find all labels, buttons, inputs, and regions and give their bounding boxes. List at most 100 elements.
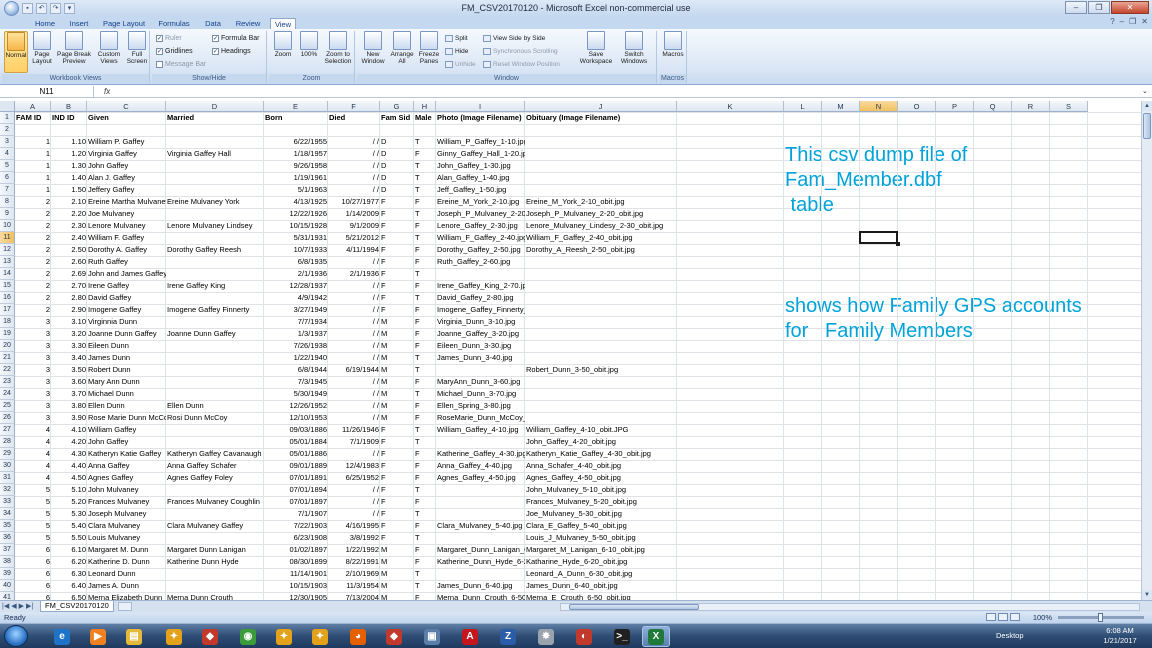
table-cell[interactable]: F bbox=[414, 448, 436, 460]
table-cell[interactable]: 3.40 bbox=[51, 352, 87, 364]
table-cell[interactable]: / / bbox=[328, 400, 380, 412]
row-header[interactable]: 7 bbox=[0, 184, 15, 196]
table-cell[interactable]: 4 bbox=[15, 436, 51, 448]
table-cell[interactable]: 5 bbox=[15, 496, 51, 508]
table-cell[interactable]: 10/27/1977 bbox=[328, 196, 380, 208]
table-cell[interactable]: 5.10 bbox=[51, 484, 87, 496]
ruler-checkbox[interactable]: ✓ Ruler bbox=[156, 35, 182, 42]
table-cell[interactable]: 2 bbox=[15, 292, 51, 304]
table-cell[interactable]: M bbox=[380, 340, 414, 352]
table-cell[interactable]: 3.20 bbox=[51, 328, 87, 340]
table-cell[interactable]: F bbox=[414, 280, 436, 292]
table-cell[interactable]: Leonard_A_Dunn_6-30_obit.jpg bbox=[525, 568, 677, 580]
table-cell[interactable]: 10/15/1928 bbox=[264, 220, 328, 232]
table-cell[interactable]: 7/3/1945 bbox=[264, 376, 328, 388]
zoom-slider-knob[interactable] bbox=[1098, 613, 1103, 622]
table-cell[interactable]: Katheryn_Katie_Gaffey_4-30_obit.jpg bbox=[525, 448, 677, 460]
table-cell[interactable]: 2/1/1936 bbox=[264, 268, 328, 280]
table-cell[interactable]: Imogene Gaffey bbox=[87, 304, 166, 316]
row-header[interactable]: 8 bbox=[0, 196, 15, 208]
normal-view-shortcut-icon[interactable] bbox=[986, 613, 996, 621]
close-workbook-icon[interactable]: ✕ bbox=[1141, 17, 1148, 26]
column-header-q[interactable]: Q bbox=[974, 101, 1012, 112]
table-cell[interactable]: D bbox=[380, 160, 414, 172]
row-header[interactable]: 2 bbox=[0, 124, 15, 136]
table-cell[interactable]: Lenore_Gaffey_2-30.jpg bbox=[436, 220, 525, 232]
table-cell[interactable]: T bbox=[414, 184, 436, 196]
table-cell[interactable]: 2 bbox=[15, 268, 51, 280]
header-cell[interactable]: Male bbox=[414, 112, 436, 124]
table-cell[interactable]: F bbox=[380, 520, 414, 532]
row-header[interactable]: 31 bbox=[0, 472, 15, 484]
column-header-r[interactable]: R bbox=[1012, 101, 1050, 112]
table-cell[interactable]: Ginny_Gaffey_Hall_1-20.jpg bbox=[436, 148, 525, 160]
table-cell[interactable]: John Mulvaney bbox=[87, 484, 166, 496]
table-cell[interactable]: 5.30 bbox=[51, 508, 87, 520]
internet-explorer-taskbar-button[interactable]: e bbox=[48, 626, 76, 647]
table-cell[interactable]: 1/22/1992 bbox=[328, 544, 380, 556]
table-cell[interactable]: 1.20 bbox=[51, 148, 87, 160]
column-header-l[interactable]: L bbox=[784, 101, 822, 112]
excel-taskbar-button[interactable]: X bbox=[642, 626, 670, 647]
maximize-icon[interactable]: ❐ bbox=[1088, 1, 1110, 14]
normal-view-button[interactable]: Normal bbox=[4, 31, 28, 73]
table-cell[interactable]: F bbox=[414, 544, 436, 556]
view-side-by-side-button[interactable]: View Side by Side bbox=[483, 35, 545, 42]
zoom-level[interactable]: 100% bbox=[1033, 612, 1052, 623]
table-cell[interactable]: F bbox=[414, 196, 436, 208]
table-cell[interactable]: 4/9/1942 bbox=[264, 292, 328, 304]
table-cell[interactable]: Irene_Gaffey_King_2-70.jpg bbox=[436, 280, 525, 292]
column-header-g[interactable]: G bbox=[380, 101, 414, 112]
table-cell[interactable]: Clara Mulvaney Gaffey bbox=[166, 520, 264, 532]
table-cell[interactable]: 1.30 bbox=[51, 160, 87, 172]
table-cell[interactable]: Anna Gaffey bbox=[87, 460, 166, 472]
table-cell[interactable]: / / bbox=[328, 160, 380, 172]
cmd-taskbar-button[interactable]: >_ bbox=[608, 626, 636, 647]
table-cell[interactable]: 5/31/1931 bbox=[264, 232, 328, 244]
table-cell[interactable]: 4 bbox=[15, 424, 51, 436]
table-cell[interactable]: 2.30 bbox=[51, 220, 87, 232]
table-cell[interactable]: David_Gaffey_2-80.jpg bbox=[436, 292, 525, 304]
table-cell[interactable]: T bbox=[414, 436, 436, 448]
table-cell[interactable]: Joanne Dunn Gaffey bbox=[87, 328, 166, 340]
table-cell[interactable]: Dorothy_Gaffey_2-50.jpg bbox=[436, 244, 525, 256]
table-cell[interactable]: 3/27/1949 bbox=[264, 304, 328, 316]
table-cell[interactable]: William Gaffey bbox=[87, 424, 166, 436]
table-cell[interactable]: 2.80 bbox=[51, 292, 87, 304]
headings-checkbox[interactable]: ✓ Headings bbox=[212, 48, 251, 55]
table-cell[interactable]: Imogene Gaffey Finnerty bbox=[166, 304, 264, 316]
table-cell[interactable]: Ereine_M_York_2-10_obit.jpg bbox=[525, 196, 677, 208]
table-cell[interactable]: Eileen_Dunn_3-30.jpg bbox=[436, 340, 525, 352]
table-cell[interactable]: M bbox=[380, 352, 414, 364]
table-cell[interactable]: 2.69 bbox=[51, 268, 87, 280]
row-header[interactable]: 28 bbox=[0, 436, 15, 448]
table-cell[interactable]: F bbox=[414, 304, 436, 316]
table-cell[interactable]: / / bbox=[328, 352, 380, 364]
minimize-icon[interactable]: – bbox=[1065, 1, 1087, 14]
table-cell[interactable]: 3.30 bbox=[51, 340, 87, 352]
table-cell[interactable]: 5 bbox=[15, 532, 51, 544]
table-cell[interactable]: Merna_E_Crouth_6-50_obit.jpg bbox=[525, 592, 677, 600]
table-cell[interactable]: F bbox=[414, 244, 436, 256]
row-header[interactable]: 10 bbox=[0, 220, 15, 232]
table-cell[interactable]: 3 bbox=[15, 376, 51, 388]
table-cell[interactable]: 6 bbox=[15, 592, 51, 600]
table-cell[interactable]: T bbox=[414, 232, 436, 244]
horizontal-scroll-thumb[interactable] bbox=[569, 604, 699, 610]
table-cell[interactable]: Joseph_P_Mulvaney_2-20.jpg bbox=[436, 208, 525, 220]
row-header[interactable]: 24 bbox=[0, 388, 15, 400]
table-cell[interactable]: 3.70 bbox=[51, 388, 87, 400]
table-cell[interactable]: Frances_Mulvaney_5-20_obit.jpg bbox=[525, 496, 677, 508]
table-cell[interactable]: 5.40 bbox=[51, 520, 87, 532]
table-cell[interactable]: Frances Mulvaney bbox=[87, 496, 166, 508]
table-cell[interactable]: Merna Elizabeth Dunn bbox=[87, 592, 166, 600]
row-header[interactable]: 23 bbox=[0, 376, 15, 388]
freeze-panes-button[interactable]: Freeze Panes bbox=[417, 31, 441, 65]
table-cell[interactable]: 3.90 bbox=[51, 412, 87, 424]
table-cell[interactable]: 1/22/1940 bbox=[264, 352, 328, 364]
table-cell[interactable]: Margaret_M_Lanigan_6-10_obit.jpg bbox=[525, 544, 677, 556]
table-cell[interactable]: Alan_Gaffey_1-40.jpg bbox=[436, 172, 525, 184]
table-cell[interactable]: 1 bbox=[15, 172, 51, 184]
table-cell[interactable]: 5/21/2012 bbox=[328, 232, 380, 244]
table-cell[interactable]: 7/1/1907 bbox=[264, 508, 328, 520]
